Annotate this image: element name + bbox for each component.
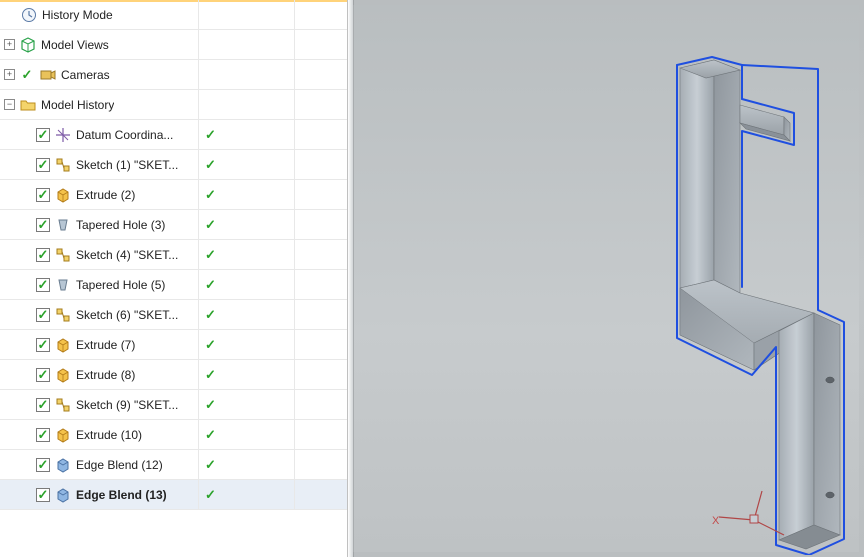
feature-checkbox[interactable]: ✓ bbox=[36, 128, 50, 142]
feature-checkbox[interactable]: ✓ bbox=[36, 398, 50, 412]
status-check-icon: ✓ bbox=[205, 217, 216, 233]
feature-checkbox[interactable]: ✓ bbox=[36, 458, 50, 472]
status-check-icon: ✓ bbox=[205, 127, 216, 143]
tree-item-label: History Mode bbox=[42, 8, 113, 22]
tree-item-label: Extrude (2) bbox=[76, 188, 135, 202]
tree-item-cameras[interactable]: + ✓ Cameras bbox=[0, 60, 347, 90]
tree-item-label: Model Views bbox=[41, 38, 109, 52]
tree-item-label: Edge Blend (13) bbox=[76, 488, 167, 502]
feature-checkbox[interactable]: ✓ bbox=[36, 428, 50, 442]
feature-checkbox[interactable]: ✓ bbox=[36, 218, 50, 232]
sketch-icon bbox=[54, 246, 72, 264]
tree-item-feature[interactable]: ✓ Tapered Hole (5) ✓ bbox=[0, 270, 347, 300]
expand-icon[interactable]: + bbox=[4, 39, 15, 50]
hole-icon bbox=[54, 216, 72, 234]
tree-item-history-mode[interactable]: History Mode bbox=[0, 0, 347, 30]
tree-item-model-views[interactable]: + Model Views bbox=[0, 30, 347, 60]
tree-item-feature[interactable]: ✓ Tapered Hole (3) ✓ bbox=[0, 210, 347, 240]
tree-item-label: Tapered Hole (3) bbox=[76, 218, 165, 232]
status-check-icon: ✓ bbox=[205, 277, 216, 293]
tree-item-label: Sketch (6) "SKET... bbox=[76, 308, 178, 322]
cube-views-icon bbox=[19, 36, 37, 54]
tree-item-feature[interactable]: ✓ Edge Blend (12) ✓ bbox=[0, 450, 347, 480]
tree-item-label: Model History bbox=[41, 98, 114, 112]
clock-icon bbox=[20, 6, 38, 24]
blend-icon bbox=[54, 456, 72, 474]
extrude-icon bbox=[54, 366, 72, 384]
blend-icon bbox=[54, 486, 72, 504]
folder-icon bbox=[19, 96, 37, 114]
tree-item-feature[interactable]: ✓ Extrude (10) ✓ bbox=[0, 420, 347, 450]
feature-checkbox[interactable]: ✓ bbox=[36, 188, 50, 202]
feature-checkbox[interactable]: ✓ bbox=[36, 278, 50, 292]
tree-item-label: Edge Blend (12) bbox=[76, 458, 163, 472]
status-check-icon: ✓ bbox=[205, 187, 216, 203]
datum-icon bbox=[54, 126, 72, 144]
extrude-icon bbox=[54, 186, 72, 204]
tree-item-label: Cameras bbox=[61, 68, 110, 82]
tree-item-label: Sketch (1) "SKET... bbox=[76, 158, 178, 172]
feature-checkbox[interactable]: ✓ bbox=[36, 368, 50, 382]
sketch-icon bbox=[54, 306, 72, 324]
tree-item-label: Sketch (4) "SKET... bbox=[76, 248, 178, 262]
feature-checkbox[interactable]: ✓ bbox=[36, 248, 50, 262]
tree-item-label: Extrude (7) bbox=[76, 338, 135, 352]
tree-item-label: Tapered Hole (5) bbox=[76, 278, 165, 292]
tree-item-feature[interactable]: ✓ Sketch (1) "SKET... ✓ bbox=[0, 150, 347, 180]
status-check-icon: ✓ bbox=[205, 457, 216, 473]
camera-icon bbox=[39, 66, 57, 84]
status-check-icon: ✓ bbox=[205, 247, 216, 263]
feature-checkbox[interactable]: ✓ bbox=[36, 488, 50, 502]
3d-scene[interactable]: X bbox=[353, 5, 859, 552]
tree-item-feature[interactable]: ✓ Extrude (8) ✓ bbox=[0, 360, 347, 390]
status-check-icon: ✓ bbox=[205, 487, 216, 503]
model-tree-panel: History Mode + Model Views + ✓ bbox=[0, 0, 348, 557]
status-check-icon: ✓ bbox=[205, 157, 216, 173]
tree-item-feature[interactable]: ✓ Datum Coordina... ✓ bbox=[0, 120, 347, 150]
axis-x-label: X bbox=[712, 515, 719, 527]
tree-item-feature[interactable]: ✓ Extrude (7) ✓ bbox=[0, 330, 347, 360]
sketch-icon bbox=[54, 156, 72, 174]
status-check-icon: ✓ bbox=[205, 337, 216, 353]
tree-item-feature[interactable]: ✓ Extrude (2) ✓ bbox=[0, 180, 347, 210]
status-check-icon: ✓ bbox=[205, 397, 216, 413]
tree-item-label: Sketch (9) "SKET... bbox=[76, 398, 178, 412]
tree-item-label: Extrude (10) bbox=[76, 428, 142, 442]
3d-viewport[interactable]: X bbox=[348, 0, 864, 557]
tree-item-feature[interactable]: ✓ Sketch (6) "SKET... ✓ bbox=[0, 300, 347, 330]
sketch-icon bbox=[54, 396, 72, 414]
status-check-icon: ✓ bbox=[205, 367, 216, 383]
tree-item-label: Extrude (8) bbox=[76, 368, 135, 382]
feature-checkbox[interactable]: ✓ bbox=[36, 308, 50, 322]
collapse-icon[interactable]: − bbox=[4, 99, 15, 110]
model-tree: History Mode + Model Views + ✓ bbox=[0, 0, 347, 510]
tree-item-label: Datum Coordina... bbox=[76, 128, 173, 142]
tree-item-feature[interactable]: ✓ Sketch (4) "SKET... ✓ bbox=[0, 240, 347, 270]
tree-item-feature[interactable]: ✓ Sketch (9) "SKET... ✓ bbox=[0, 390, 347, 420]
status-check-icon: ✓ bbox=[205, 427, 216, 443]
3d-part-model[interactable] bbox=[634, 35, 864, 555]
extrude-icon bbox=[54, 336, 72, 354]
tree-item-model-history[interactable]: − Model History bbox=[0, 90, 347, 120]
feature-checkbox[interactable]: ✓ bbox=[36, 338, 50, 352]
extrude-icon bbox=[54, 426, 72, 444]
feature-checkbox[interactable]: ✓ bbox=[36, 158, 50, 172]
tree-item-feature[interactable]: ✓ Edge Blend (13) ✓ bbox=[0, 480, 347, 510]
status-check-icon: ✓ bbox=[205, 307, 216, 323]
expand-icon[interactable]: + bbox=[4, 69, 15, 80]
check-icon: ✓ bbox=[19, 67, 35, 83]
hole-icon bbox=[54, 276, 72, 294]
